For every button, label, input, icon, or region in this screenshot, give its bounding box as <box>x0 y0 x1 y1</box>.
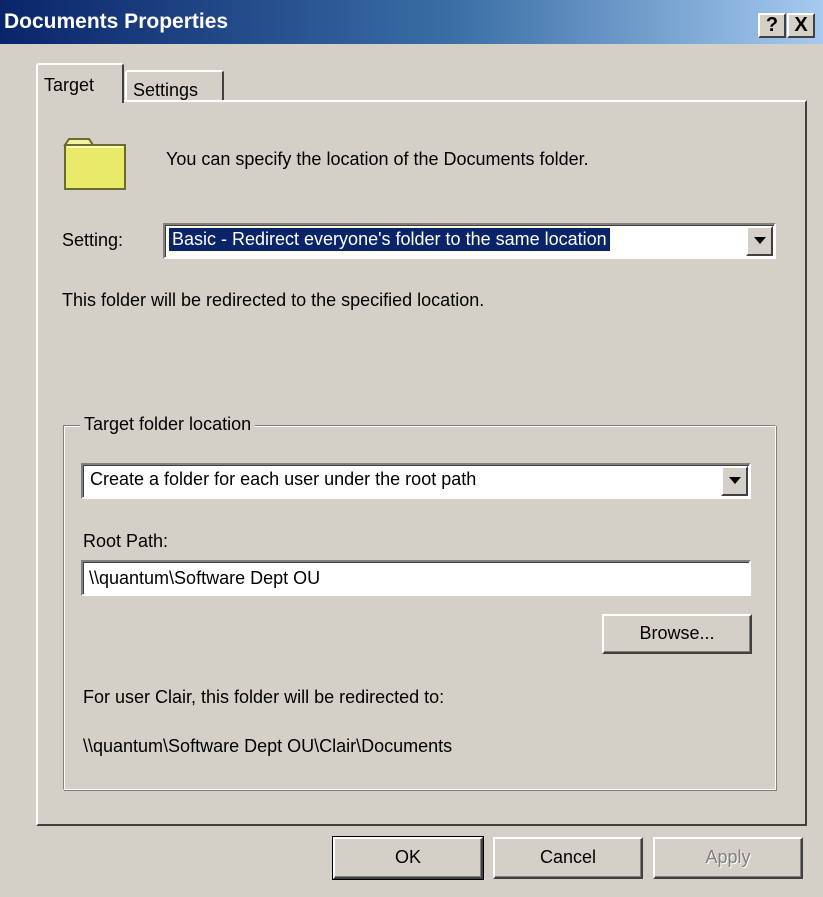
window-title: Documents Properties <box>4 10 229 33</box>
setting-label-text: Setting: <box>62 230 124 250</box>
root-path-input[interactable] <box>81 560 751 596</box>
setting-dropdown[interactable]: Basic - Redirect everyone's folder to th… <box>163 223 776 259</box>
apply-button[interactable]: Apply <box>653 837 803 879</box>
chevron-down-icon[interactable] <box>746 226 773 256</box>
preview-path: \\quantum\Software Dept OU\Clair\Documen… <box>83 736 453 756</box>
preview-label: For user Clair, this folder will be redi… <box>83 687 445 707</box>
close-button[interactable]: X <box>787 13 815 38</box>
target-folder-legend: Target folder location <box>80 414 256 435</box>
tab-settings-label: Settings <box>133 80 199 100</box>
intro-text: You can specify the location of the Docu… <box>166 149 589 169</box>
apply-button-label: Apply <box>705 847 751 867</box>
ok-button-label: OK <box>394 847 421 867</box>
help-button[interactable]: ? <box>758 13 786 38</box>
cancel-button-label: Cancel <box>539 847 597 867</box>
location-dropdown[interactable]: Create a folder for each user under the … <box>81 463 751 499</box>
tab-target-label: Target <box>44 75 95 95</box>
cancel-button[interactable]: Cancel <box>493 837 643 879</box>
setting-label: Setting: <box>62 230 123 251</box>
properties-dialog: Documents Properties ? X Target Settings… <box>0 0 823 897</box>
browse-button[interactable]: Browse... <box>602 614 752 654</box>
setting-dropdown-value: Basic - Redirect everyone's folder to th… <box>168 227 611 252</box>
root-path-label: Root Path: <box>83 531 169 551</box>
tab-target[interactable]: Target <box>36 63 124 103</box>
redirect-description: This folder will be redirected to the sp… <box>62 290 485 310</box>
help-icon: ? <box>765 14 779 36</box>
chevron-down-icon[interactable] <box>721 466 748 496</box>
browse-button-label: Browse... <box>639 623 715 643</box>
folder-icon <box>63 138 126 190</box>
title-bar[interactable]: Documents Properties ? X <box>0 0 823 44</box>
tab-settings[interactable]: Settings <box>125 70 224 102</box>
location-dropdown-value: Create a folder for each user under the … <box>90 469 477 489</box>
close-icon: X <box>794 14 808 36</box>
ok-button[interactable]: OK <box>332 836 484 880</box>
